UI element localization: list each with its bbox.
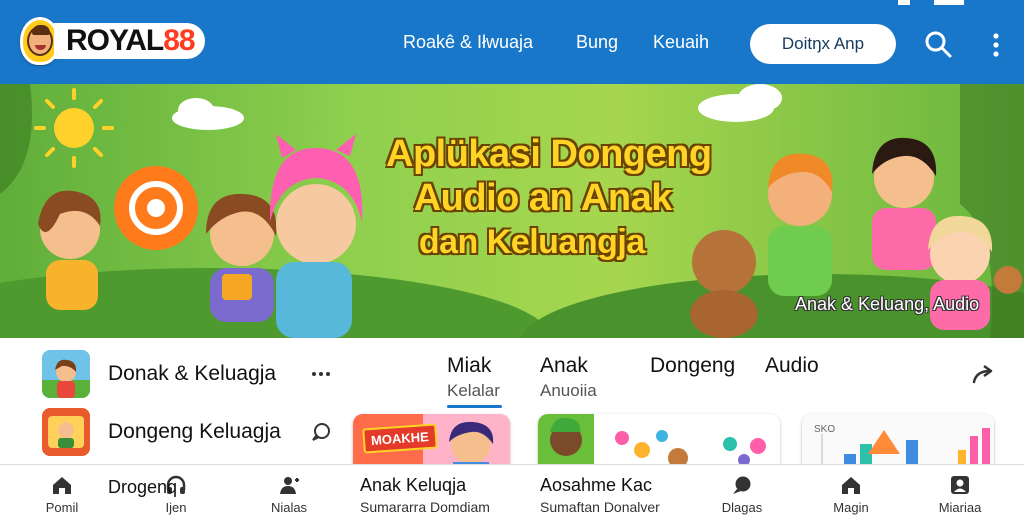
logo-text-number: 88: [163, 24, 195, 57]
profile-icon: [951, 476, 969, 494]
home-icon: [842, 477, 860, 494]
tab-miak[interactable]: Miak Kelalar: [447, 354, 500, 401]
people-icon: [280, 477, 299, 494]
chat-bubble-icon: [733, 476, 751, 494]
bottom-nav-people[interactable]: Nialas: [264, 465, 314, 515]
more-vert-icon[interactable]: [990, 32, 1002, 58]
share-arrow-icon[interactable]: [970, 362, 996, 386]
nav-link-2[interactable]: Bung: [576, 32, 618, 53]
chart-mini-label: SKO: [814, 424, 836, 435]
now-playing-panel[interactable]: Anak Keluqja Sumararra Domdiam Aosahme K…: [350, 465, 690, 515]
now-playing-item-1[interactable]: Anak Keluqja Sumararra Domdiam: [360, 475, 490, 515]
audio-play-icon: [114, 166, 198, 250]
more-horiz-icon[interactable]: [310, 363, 332, 385]
hero-banner[interactable]: Aplükasi Dongeng Audio an Anak dan Kelua…: [0, 84, 1024, 338]
brand-logo[interactable]: ROYAL 88: [20, 16, 205, 66]
bottom-nav-home-2[interactable]: Magin: [826, 465, 876, 515]
tab-audio[interactable]: Audio: [765, 354, 819, 378]
tab-dongeng[interactable]: Dongeng: [650, 354, 735, 378]
nav-link-3[interactable]: Keuaih: [653, 32, 709, 53]
floating-menu-label[interactable]: Drogenq: [108, 477, 177, 498]
sidebar-item-2[interactable]: Dongeng Keluagja: [42, 408, 332, 456]
status-bar-fragment: [898, 0, 964, 5]
story-thumbnail-icon: [42, 408, 90, 456]
home-icon: [53, 477, 71, 494]
search-icon[interactable]: [924, 30, 952, 58]
sidebar-item-1[interactable]: Donak & Keluagja: [42, 350, 332, 398]
tab-anak[interactable]: Anak Anuoiia: [540, 354, 597, 401]
bottom-nav-chat[interactable]: Dlagas: [714, 465, 770, 515]
hero-title-line-1: Aplükasi Dongeng: [386, 133, 712, 175]
bottom-nav-home[interactable]: Pomil: [40, 465, 84, 515]
sidebar-item-label: Donak & Keluagja: [108, 362, 277, 385]
hero-title: Aplükasi Dongeng Audio an Anak dan Kelua…: [386, 132, 712, 264]
download-app-button[interactable]: Doitŋx Anp: [750, 24, 896, 64]
chat-icon[interactable]: [310, 421, 332, 443]
card-badge: MOAKHE: [362, 423, 438, 454]
hero-title-line-2: Audio an Anak: [413, 177, 673, 219]
active-tab-indicator: [447, 405, 502, 408]
logo-text-main: ROYAL: [66, 24, 164, 57]
nav-link-1[interactable]: Roakê & Iłwuaja: [403, 32, 533, 53]
now-playing-item-2[interactable]: Aosahme Kac Sumaftan Donalver: [540, 475, 660, 515]
bottom-nav-profile[interactable]: Miariaa: [930, 465, 990, 515]
app-header: ROYAL 88 Roakê & Iłwuaja Bung Keuaih Doit…: [0, 0, 1024, 84]
story-thumbnail-icon: [42, 350, 90, 398]
sidebar-item-label: Dongeng Keluagja: [108, 420, 281, 443]
hero-title-line-3: dan Keluangja: [418, 223, 645, 261]
hero-caption: Anak & Keluang, Audio: [795, 294, 980, 314]
